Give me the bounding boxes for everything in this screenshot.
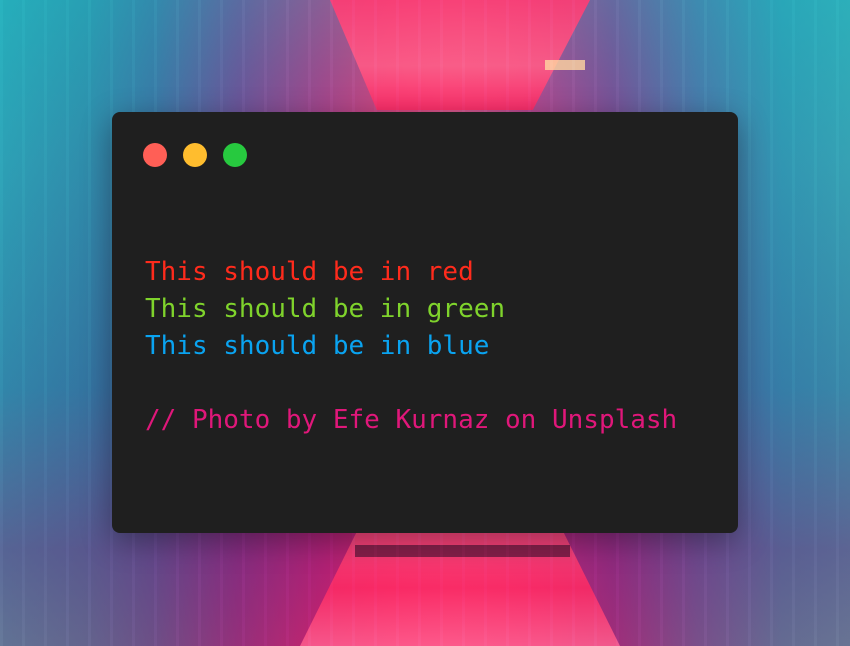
code-line-green: This should be in green [145,294,506,324]
maximize-button[interactable] [223,143,247,167]
minimize-button[interactable] [183,143,207,167]
code-line-red: This should be in red [145,257,474,287]
ceiling-light [545,60,585,70]
code-block: This should be in red This should be in g… [145,254,677,439]
floor-step [355,545,570,557]
code-comment: // Photo by Efe Kurnaz on Unsplash [145,405,678,435]
code-line-blue: This should be in blue [145,331,490,361]
corridor-ceiling [330,0,590,110]
close-button[interactable] [143,143,167,167]
corridor-floor [300,530,620,646]
